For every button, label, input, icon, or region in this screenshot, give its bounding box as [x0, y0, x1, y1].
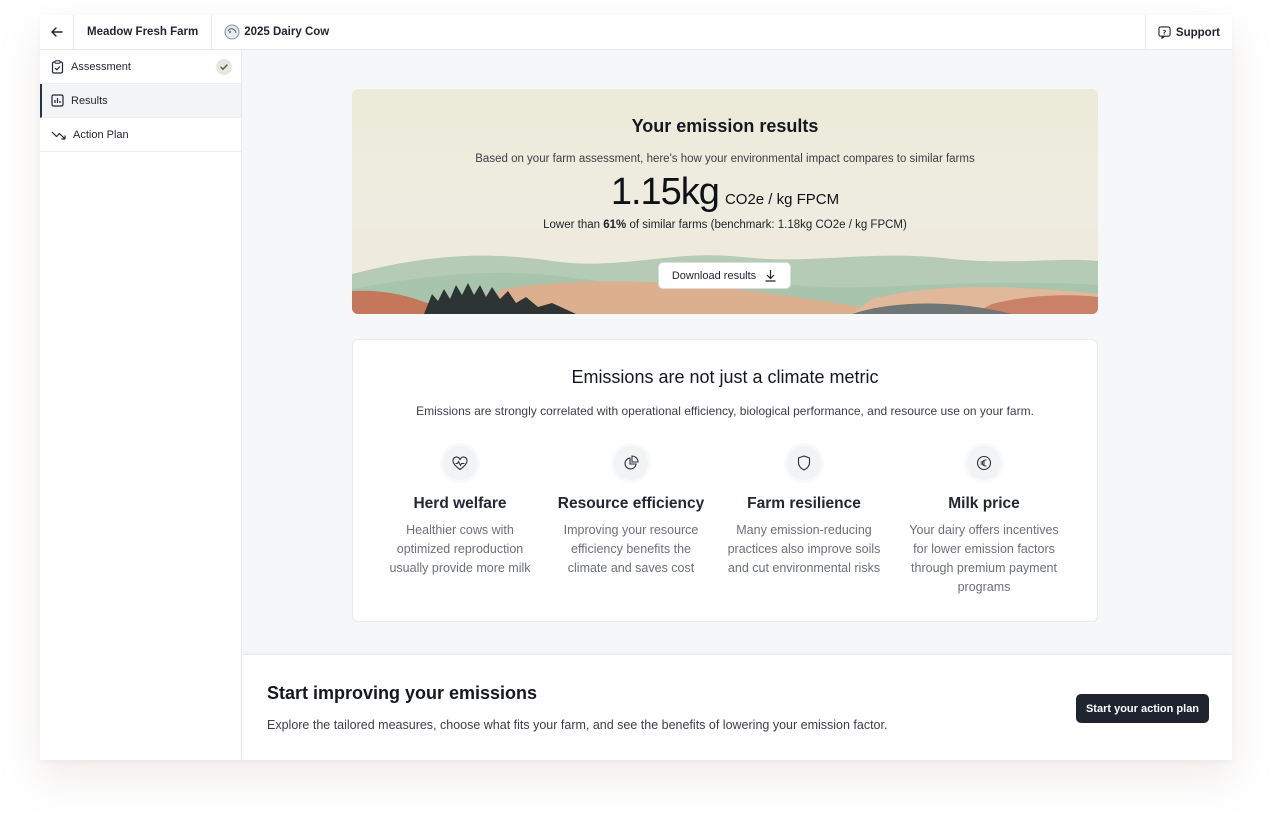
download-results-button[interactable]: Download results [658, 262, 791, 289]
cow-avatar-icon [224, 24, 240, 40]
compare-prefix: Lower than [543, 219, 604, 231]
bar-chart-icon [51, 94, 64, 107]
support-label: Support [1175, 26, 1220, 39]
download-icon [765, 270, 776, 282]
heart-pulse-icon [443, 446, 477, 480]
svg-text:?: ? [1163, 28, 1167, 36]
feature-desc: Improving your resource efficiency benef… [563, 523, 699, 575]
project-selector[interactable]: 2025 Dairy Cow [212, 15, 341, 50]
sidebar-item-action-plan[interactable]: Action Plan [40, 118, 241, 152]
sidebar-item-label: Results [71, 94, 108, 107]
emission-unit: CO2e / kg FPCM [724, 191, 840, 208]
start-action-plan-button[interactable]: Start your action plan [1076, 694, 1209, 723]
clipboard-check-icon [51, 59, 64, 74]
results-title: Your emission results [631, 116, 819, 136]
sidebar-item-results[interactable]: Results [40, 84, 241, 118]
feature-desc: Your dairy offers incentives for lower e… [909, 523, 1059, 594]
feature-title: Resource efficiency [557, 495, 705, 512]
emission-results-banner: Your emission results Based on your farm… [352, 89, 1098, 314]
cta-title: Start improving your emissions [267, 683, 538, 703]
feature-title: Herd welfare [413, 495, 507, 512]
benchmark-comparison: Lower than 61% of similar farms (benchma… [352, 219, 1098, 231]
feature-herd-welfare: Herd welfare Healthier cows with optimiz… [380, 446, 540, 578]
project-name: 2025 Dairy Cow [244, 26, 330, 38]
emission-value: 1.15kg CO2e / kg FPCM [352, 171, 1098, 214]
farm-name[interactable]: Meadow Fresh Farm [74, 15, 213, 50]
feature-title: Milk price [948, 495, 1020, 512]
feature-milk-price: Milk price Your dairy offers incentives … [904, 446, 1064, 597]
feature-resource-efficiency: Resource efficiency Improving your resou… [551, 446, 711, 578]
arrow-left-icon [50, 27, 63, 37]
pie-chart-icon [614, 446, 648, 480]
action-plan-cta: Start improving your emissions Explore t… [242, 654, 1232, 760]
emission-number: 1.15kg [610, 171, 720, 213]
euro-icon [967, 446, 1001, 480]
completed-check-icon [216, 59, 232, 75]
sidebar-item-label: Assessment [71, 60, 131, 73]
sidebar: Assessment Results Action Plan [40, 50, 242, 760]
cta-subtitle: Explore the tailored measures, choose wh… [267, 718, 888, 732]
card-title: Emissions are not just a climate metric [571, 367, 879, 387]
main-content: Your emission results Based on your farm… [242, 50, 1232, 760]
compare-percent: 61% [603, 219, 627, 231]
app-window: Meadow Fresh Farm 2025 Dairy Cow ? Suppo… [40, 15, 1232, 760]
compare-suffix: of similar farms (benchmark: 1.18kg CO2e… [626, 219, 907, 231]
feature-title: Farm resilience [747, 495, 861, 512]
top-bar: Meadow Fresh Farm 2025 Dairy Cow ? Suppo… [40, 15, 1232, 50]
trend-down-icon [51, 131, 66, 140]
results-subtitle: Based on your farm assessment, here's ho… [475, 153, 975, 165]
card-subtitle: Emissions are strongly correlated with o… [416, 404, 1034, 418]
sidebar-item-label: Action Plan [73, 128, 129, 141]
download-label: Download results [671, 269, 757, 282]
back-button[interactable] [40, 15, 74, 50]
feature-desc: Healthier cows with optimized reproducti… [389, 523, 531, 575]
sidebar-item-assessment[interactable]: Assessment [40, 50, 241, 84]
climate-metric-card: Emissions are not just a climate metric … [352, 339, 1098, 622]
support-button[interactable]: ? Support [1144, 15, 1232, 50]
feature-farm-resilience: Farm resilience Many emission-reducing p… [724, 446, 884, 578]
feature-desc: Many emission-reducing practices also im… [727, 523, 881, 575]
help-message-icon: ? [1158, 26, 1171, 39]
shield-icon [787, 446, 821, 480]
